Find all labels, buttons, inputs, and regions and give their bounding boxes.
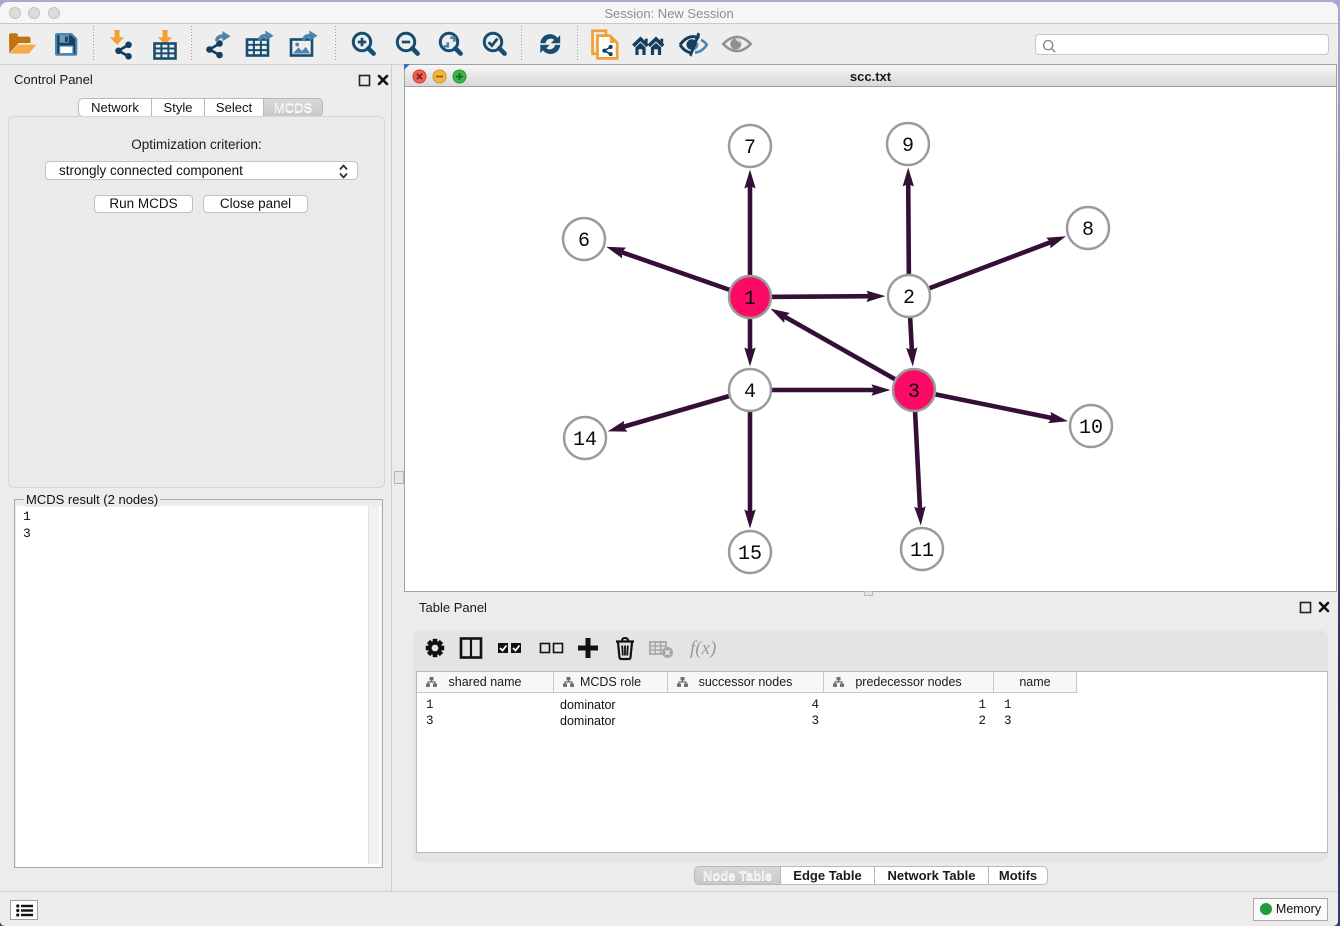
- svg-text:14: 14: [573, 429, 597, 452]
- svg-text:3: 3: [908, 381, 920, 404]
- svg-text:7: 7: [744, 137, 756, 160]
- svg-text:6: 6: [578, 230, 590, 253]
- svg-text:9: 9: [902, 135, 914, 158]
- svg-text:11: 11: [910, 540, 934, 563]
- svg-text:2: 2: [903, 287, 915, 310]
- svg-text:4: 4: [744, 381, 756, 404]
- svg-text:8: 8: [1082, 219, 1094, 242]
- svg-text:f(x): f(x): [690, 638, 716, 659]
- svg-text:15: 15: [738, 543, 762, 566]
- svg-text:10: 10: [1079, 417, 1103, 440]
- svg-text:1: 1: [744, 288, 756, 311]
